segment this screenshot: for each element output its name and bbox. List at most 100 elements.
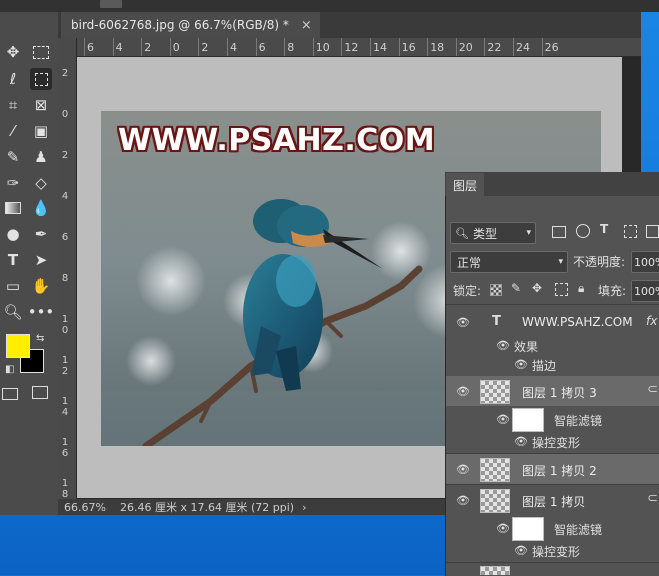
- opacity-label: 不透明度:: [573, 255, 626, 269]
- lock-label: 锁定:: [453, 284, 482, 298]
- layer-filter-dropdown[interactable]: 🔍︎ 类型 ▾: [450, 222, 536, 244]
- eraser-icon[interactable]: ◇: [30, 172, 52, 194]
- hand-icon[interactable]: ✋: [30, 275, 52, 297]
- patch-icon[interactable]: ▣: [30, 120, 52, 142]
- watermark-text: WWW.PSAHZ.COM: [118, 123, 436, 158]
- ruler-tick: [312, 38, 314, 56]
- ruler-label: 18: [430, 41, 445, 54]
- ruler-label: 16: [401, 41, 416, 54]
- more-icon[interactable]: •••: [28, 301, 55, 323]
- layer-name: 图层 1 拷贝 2: [522, 464, 597, 478]
- ruler-label: 2: [144, 41, 152, 54]
- layer-thumbnail: [480, 489, 510, 513]
- image-filter-icon[interactable]: [552, 226, 566, 238]
- visibility-eye-icon[interactable]: 👁︎: [514, 544, 528, 557]
- gradient-icon[interactable]: [2, 197, 24, 219]
- ruler-label: 6: [258, 41, 266, 54]
- ruler-label: 2: [61, 150, 69, 161]
- object-select-icon[interactable]: [30, 68, 52, 90]
- fill-input[interactable]: 100%: [631, 280, 659, 302]
- document-tab[interactable]: bird-6062768.jpg @ 66.7%(RGB/8) * ×: [61, 12, 320, 38]
- quick-mask-icon[interactable]: [2, 388, 18, 400]
- lock-artboard-icon[interactable]: [555, 283, 568, 296]
- visibility-eye-icon[interactable]: 👁︎: [514, 435, 528, 448]
- filter-puppet-row[interactable]: 👁︎ 操控变形: [446, 541, 659, 561]
- pen-icon[interactable]: ✒: [30, 223, 52, 245]
- effects-label: 效果: [514, 340, 539, 354]
- visibility-eye-icon[interactable]: 👁︎: [456, 494, 470, 507]
- divider: [446, 304, 659, 305]
- visibility-eye-icon[interactable]: 👁︎: [456, 463, 470, 476]
- filter-mask-thumbnail[interactable]: [512, 408, 544, 432]
- filter-puppet-row[interactable]: 👁︎ 操控变形: [446, 432, 659, 452]
- layer-name: WWW.PSAHZ.COM: [522, 315, 633, 329]
- default-colors-icon[interactable]: ◧: [5, 364, 14, 375]
- shape-filter-icon[interactable]: [624, 225, 637, 238]
- link-icon[interactable]: ⊂: [647, 382, 658, 397]
- layer-row-copy-2[interactable]: 👁︎ 图层 1 拷贝 2: [446, 454, 659, 484]
- visibility-eye-icon[interactable]: 👁︎: [514, 358, 528, 371]
- tab-layers[interactable]: 图层: [446, 173, 484, 197]
- ruler-label: 20: [458, 41, 473, 54]
- zoom-level[interactable]: 66.67%: [58, 501, 114, 514]
- text-layer-icon: T: [492, 314, 501, 329]
- history-brush-icon[interactable]: ✑: [2, 172, 24, 194]
- vertical-ruler[interactable]: [58, 38, 77, 501]
- ruler-tick: [141, 38, 143, 56]
- frame-icon[interactable]: ⊠: [30, 94, 52, 116]
- path-select-icon[interactable]: ➤: [30, 249, 52, 271]
- chevron-down-icon: ▾: [558, 257, 563, 267]
- link-icon[interactable]: ⊂: [647, 491, 658, 506]
- lock-position-icon[interactable]: ✥: [532, 281, 542, 295]
- dodge-icon[interactable]: ●: [2, 223, 24, 245]
- ruler-tick: [198, 38, 200, 56]
- smart-filter-label: 智能滤镜: [554, 414, 603, 428]
- blur-icon[interactable]: 💧: [30, 197, 52, 219]
- visibility-eye-icon[interactable]: 👁︎: [456, 316, 470, 329]
- eyedropper-icon[interactable]: ⁄: [2, 120, 24, 142]
- ruler-label: 2: [201, 41, 209, 54]
- fx-icon[interactable]: fx: [646, 314, 657, 328]
- filter-mask-thumbnail[interactable]: [512, 517, 544, 541]
- smart-filter-row[interactable]: 👁︎ 智能滤镜: [446, 406, 659, 432]
- move-icon[interactable]: ✥: [2, 41, 24, 63]
- stamp-icon[interactable]: ♟: [30, 146, 52, 168]
- lock-pixels-icon[interactable]: ✎: [511, 281, 521, 295]
- type-icon[interactable]: T: [2, 249, 24, 271]
- lasso-icon[interactable]: ℓ: [2, 68, 24, 90]
- layer-row-copy-3[interactable]: 👁︎ 图层 1 拷贝 3 ⊂: [446, 376, 659, 406]
- layer-row-partial[interactable]: [446, 563, 659, 575]
- filter-label: 类型: [472, 226, 497, 241]
- filter-name: 操控变形: [532, 436, 581, 450]
- layer-row-text[interactable]: 👁︎ T WWW.PSAHZ.COM fx: [446, 308, 659, 336]
- zoom-icon[interactable]: 🔍︎: [2, 301, 24, 323]
- lock-transparency-icon[interactable]: [490, 284, 502, 296]
- ruler-tick: [227, 38, 228, 56]
- crop-icon[interactable]: ⌗: [2, 94, 24, 116]
- options-swatch[interactable]: [100, 0, 122, 8]
- close-icon[interactable]: ×: [301, 18, 312, 33]
- visibility-eye-icon[interactable]: 👁︎: [496, 339, 510, 352]
- marquee-icon[interactable]: [30, 41, 52, 63]
- visibility-eye-icon[interactable]: 👁︎: [496, 413, 510, 426]
- rectangle-icon[interactable]: ▭: [2, 275, 24, 297]
- type-filter-icon[interactable]: T: [600, 222, 608, 236]
- layer-row-copy[interactable]: 👁︎ 图层 1 拷贝 ⊂: [446, 485, 659, 515]
- smart-object-filter-icon[interactable]: [646, 225, 659, 238]
- visibility-eye-icon[interactable]: 👁︎: [456, 385, 470, 398]
- brush-icon[interactable]: ✎: [2, 146, 24, 168]
- lock-all-icon[interactable]: 🔒︎: [578, 281, 584, 296]
- smart-filter-row[interactable]: 👁︎ 智能滤镜: [446, 515, 659, 541]
- adjustment-filter-icon[interactable]: [576, 224, 590, 238]
- ruler-tick: [370, 38, 371, 56]
- effect-stroke-row[interactable]: 👁︎ 描边: [446, 356, 659, 374]
- chevron-down-icon: ▾: [526, 228, 531, 238]
- foreground-color-swatch[interactable]: [6, 334, 30, 358]
- visibility-eye-icon[interactable]: 👁︎: [496, 522, 510, 535]
- swap-colors-icon[interactable]: ⇆: [36, 333, 44, 344]
- screen-mode-icon[interactable]: [32, 386, 48, 399]
- opacity-input[interactable]: 100%: [631, 251, 659, 273]
- blend-mode-dropdown[interactable]: 正常 ▾: [450, 251, 568, 273]
- status-menu-arrow[interactable]: ›: [294, 501, 306, 514]
- layer-effects-row[interactable]: 👁︎ 效果: [446, 336, 659, 356]
